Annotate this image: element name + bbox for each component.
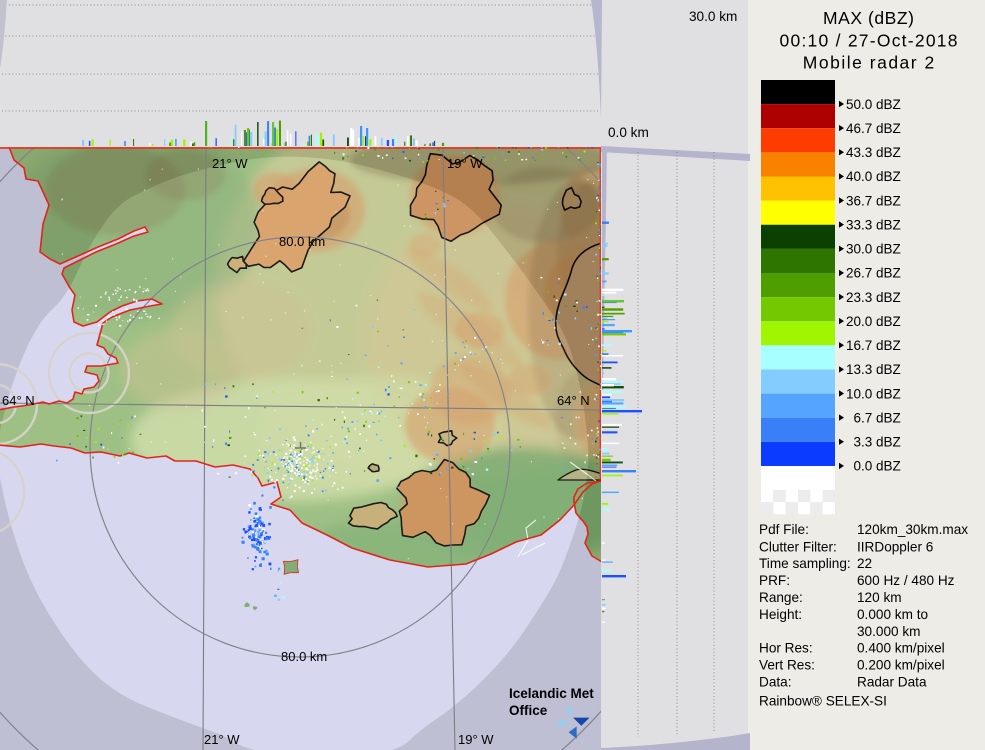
svg-text:00:10 / 27-Oct-2018: 00:10 / 27-Oct-2018 <box>780 30 958 50</box>
svg-text:80.0 km: 80.0 km <box>279 234 325 249</box>
svg-text:19° W: 19° W <box>447 156 483 171</box>
svg-text:30.0 km: 30.0 km <box>689 9 737 24</box>
svg-text:3.3 dBZ: 3.3 dBZ <box>846 435 901 450</box>
svg-text:13.3 dBZ: 13.3 dBZ <box>846 362 901 377</box>
svg-text:IIRDoppler 6: IIRDoppler 6 <box>857 540 933 555</box>
svg-text:Pdf File:: Pdf File: <box>759 522 809 537</box>
svg-text:600 Hz / 480 Hz: 600 Hz / 480 Hz <box>857 573 955 588</box>
svg-text:Rainbow® SELEX-SI: Rainbow® SELEX-SI <box>759 694 887 709</box>
svg-text:26.7 dBZ: 26.7 dBZ <box>846 266 901 281</box>
svg-text:Hor Res:: Hor Res: <box>759 641 813 656</box>
svg-text:Icelandic Met: Icelandic Met <box>509 686 594 701</box>
svg-text:21° W: 21° W <box>212 156 248 171</box>
svg-text:50.0 dBZ: 50.0 dBZ <box>846 97 901 112</box>
svg-text:19° W: 19° W <box>458 732 494 747</box>
svg-text:30.000 km: 30.000 km <box>857 624 920 639</box>
svg-text:64° N: 64° N <box>2 393 35 408</box>
svg-text:PRF:: PRF: <box>759 573 790 588</box>
svg-text:0.400 km/pixel: 0.400 km/pixel <box>857 641 945 656</box>
svg-text:120 km: 120 km <box>857 590 902 605</box>
svg-text:Vert Res:: Vert Res: <box>759 658 815 673</box>
svg-text:Office: Office <box>509 703 548 718</box>
svg-text:46.7 dBZ: 46.7 dBZ <box>846 121 901 136</box>
svg-text:40.0 dBZ: 40.0 dBZ <box>846 169 901 184</box>
svg-text:0.200 km/pixel: 0.200 km/pixel <box>857 658 945 673</box>
svg-text:MAX (dBZ): MAX (dBZ) <box>823 8 914 28</box>
svg-text:16.7 dBZ: 16.7 dBZ <box>846 338 901 353</box>
svg-text:120km_30km.max: 120km_30km.max <box>857 522 968 537</box>
svg-text:6.7 dBZ: 6.7 dBZ <box>846 410 901 425</box>
svg-text:Range:: Range: <box>759 590 803 605</box>
svg-text:43.3 dBZ: 43.3 dBZ <box>846 145 901 160</box>
svg-text:33.3 dBZ: 33.3 dBZ <box>846 217 901 232</box>
svg-text:20.0 dBZ: 20.0 dBZ <box>846 314 901 329</box>
svg-text:64° N: 64° N <box>557 393 590 408</box>
svg-text:0.0 dBZ: 0.0 dBZ <box>846 459 901 474</box>
svg-text:Height:: Height: <box>759 607 802 622</box>
svg-text:36.7 dBZ: 36.7 dBZ <box>846 193 901 208</box>
svg-text:Clutter Filter:: Clutter Filter: <box>759 540 837 555</box>
svg-text:10.0 dBZ: 10.0 dBZ <box>846 386 901 401</box>
svg-text:80.0 km: 80.0 km <box>281 649 327 664</box>
svg-text:0.000 km to: 0.000 km to <box>857 607 928 622</box>
svg-text:22: 22 <box>857 556 872 571</box>
svg-text:0.0 km: 0.0 km <box>608 125 649 140</box>
svg-text:23.3 dBZ: 23.3 dBZ <box>846 290 901 305</box>
svg-text:Data:: Data: <box>759 675 792 690</box>
svg-text:Radar Data: Radar Data <box>857 675 927 690</box>
svg-text:30.0 dBZ: 30.0 dBZ <box>846 242 901 257</box>
svg-text:21° W: 21° W <box>204 732 240 747</box>
svg-text:Time sampling:: Time sampling: <box>759 556 851 571</box>
